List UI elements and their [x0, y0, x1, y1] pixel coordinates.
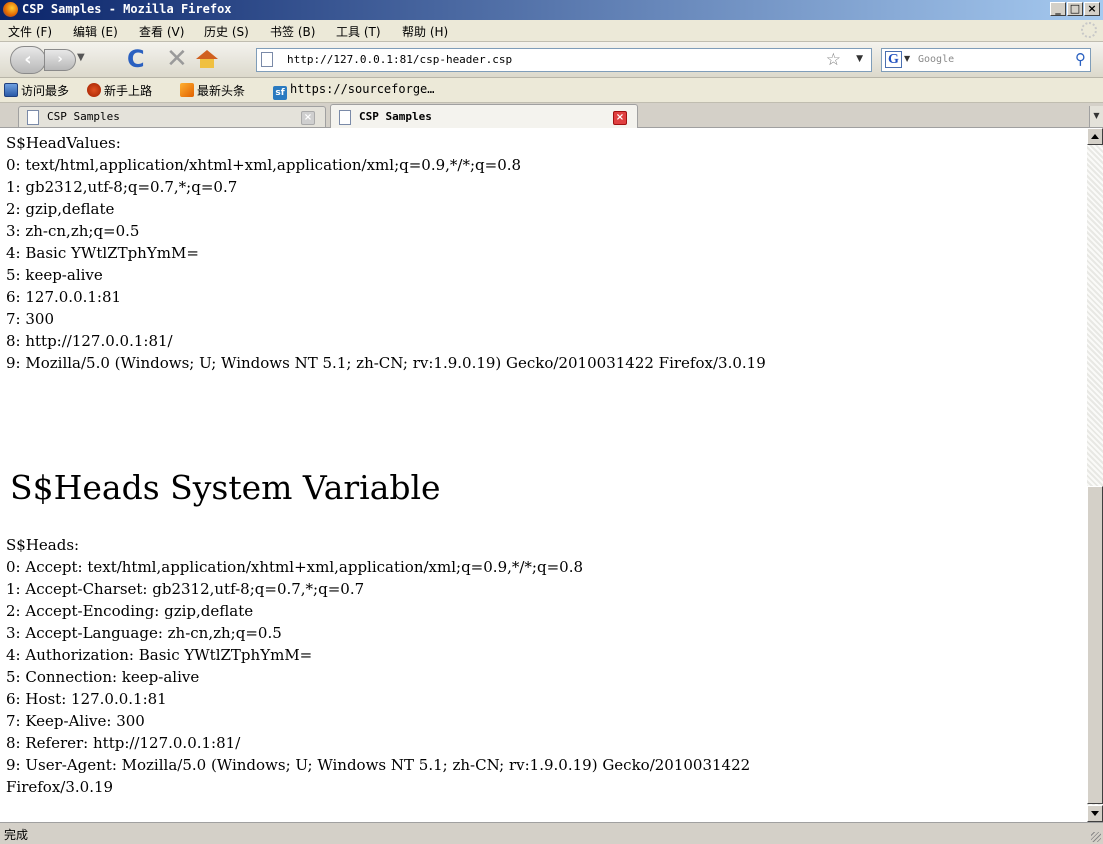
heads-line: 3: Accept-Language: zh-cn,zh;q=0.5	[6, 624, 282, 642]
bookmark-label: 最新头条	[197, 84, 246, 98]
scroll-down-arrow-icon[interactable]	[1087, 805, 1103, 822]
tab-label: CSP Samples	[47, 110, 120, 123]
minimize-button[interactable]: _	[1050, 2, 1066, 16]
tab-strip: CSP Samples × CSP Samples × ▼	[0, 103, 1103, 128]
menu-history[interactable]: 历史 (S)	[204, 23, 249, 40]
bookmark-label: 访问最多	[21, 84, 70, 98]
close-window-button[interactable]: ×	[1084, 2, 1100, 16]
history-dropdown-icon[interactable]: ▼	[77, 52, 85, 63]
list-all-tabs-icon[interactable]: ▼	[1089, 106, 1103, 127]
close-tab-icon[interactable]: ×	[301, 111, 315, 125]
head-value-line: 0: text/html,application/xhtml+xml,appli…	[6, 156, 522, 174]
forward-button[interactable]: ›	[44, 49, 76, 71]
heads-line: 9: User-Agent: Mozilla/5.0 (Windows; U; …	[6, 756, 751, 774]
heads-line: 8: Referer: http://127.0.0.1:81/	[6, 734, 241, 752]
heads-line: 4: Authorization: Basic YWtlZTphYmM=	[6, 646, 313, 664]
maximize-button[interactable]: □	[1067, 2, 1083, 16]
head-value-line: 9: Mozilla/5.0 (Windows; U; Windows NT 5…	[6, 354, 766, 372]
menu-tools[interactable]: 工具 (T)	[336, 23, 381, 40]
url-dropdown-icon[interactable]: ▼	[856, 54, 863, 64]
bookmarks-toolbar: 访问最多 新手上路 最新头条 sf https://sourceforge…	[0, 78, 1103, 103]
page-icon	[27, 110, 39, 125]
menu-help[interactable]: 帮助 (H)	[402, 23, 448, 40]
heads-line: 1: Accept-Charset: gb2312,utf-8;q=0.7,*;…	[6, 580, 365, 598]
page-icon	[339, 110, 351, 125]
status-text: 完成	[4, 828, 29, 842]
reload-icon[interactable]: C	[127, 45, 145, 73]
menu-view[interactable]: 查看 (V)	[139, 23, 184, 40]
heads-line: Firefox/3.0.19	[6, 778, 114, 796]
page-icon	[261, 52, 273, 67]
bookmark-most-visited[interactable]: 访问最多	[4, 82, 69, 98]
head-value-line: 8: http://127.0.0.1:81/	[6, 332, 173, 350]
bookmark-star-icon[interactable]: ☆	[826, 50, 841, 70]
stop-icon[interactable]: ✕	[166, 44, 188, 74]
search-icon[interactable]: ⚲	[1075, 50, 1086, 68]
head-value-line: 7: 300	[6, 310, 54, 328]
scroll-up-arrow-icon[interactable]	[1087, 128, 1103, 145]
heads-line: 7: Keep-Alive: 300	[6, 712, 145, 730]
vertical-scrollbar[interactable]	[1087, 128, 1103, 822]
engine-dropdown-icon[interactable]: ▼	[904, 54, 910, 63]
getting-started-icon	[87, 83, 101, 97]
home-icon[interactable]	[196, 50, 218, 68]
window-title: CSP Samples - Mozilla Firefox	[22, 2, 232, 16]
head-value-line: 5: keep-alive	[6, 266, 103, 284]
navigation-toolbar: ‹ › ▼ C ✕ http://127.0.0.1:81/csp-header…	[0, 42, 1103, 78]
resize-grip-icon[interactable]	[1091, 832, 1101, 842]
most-visited-icon	[4, 83, 18, 97]
firefox-icon	[3, 2, 18, 17]
head-value-line: 2: gzip,deflate	[6, 200, 115, 218]
bookmark-latest-headlines[interactable]: 最新头条	[180, 82, 245, 98]
bookmark-label: 新手上路	[104, 84, 153, 98]
menu-bookmarks[interactable]: 书签 (B)	[270, 23, 315, 40]
search-input[interactable]: Google	[918, 54, 954, 65]
bookmark-sourceforge[interactable]: sf https://sourceforge…	[273, 82, 435, 100]
head-value-line: 4: Basic YWtlZTphYmM=	[6, 244, 199, 262]
tab-csp-samples-1[interactable]: CSP Samples ×	[18, 106, 326, 127]
activity-throbber-icon	[1081, 22, 1097, 38]
status-bar: 完成	[0, 822, 1103, 844]
back-button[interactable]: ‹	[10, 46, 46, 74]
heads-line: 0: Accept: text/html,application/xhtml+x…	[6, 558, 584, 576]
page-content: S$HeadValues: 0: text/html,application/x…	[0, 128, 1087, 822]
bookmark-label: https://sourceforge…	[290, 82, 435, 96]
head-value-line: 1: gb2312,utf-8;q=0.7,*;q=0.7	[6, 178, 238, 196]
url-bar[interactable]: http://127.0.0.1:81/csp-header.csp ☆ ▼	[256, 48, 872, 72]
close-tab-icon[interactable]: ×	[613, 111, 627, 125]
scroll-thumb[interactable]	[1087, 486, 1103, 804]
head-values-title: S$HeadValues:	[6, 134, 121, 152]
heads-title: S$Heads:	[6, 536, 80, 554]
search-box[interactable]: G ▼ Google ⚲	[881, 48, 1091, 72]
url-text[interactable]: http://127.0.0.1:81/csp-header.csp	[287, 53, 512, 66]
bookmark-getting-started[interactable]: 新手上路	[87, 82, 152, 98]
heads-line: 5: Connection: keep-alive	[6, 668, 200, 686]
heads-line: 6: Host: 127.0.0.1:81	[6, 690, 167, 708]
menu-file[interactable]: 文件 (F)	[8, 23, 52, 40]
menu-bar: 文件 (F) 编辑 (E) 查看 (V) 历史 (S) 书签 (B) 工具 (T…	[0, 20, 1103, 42]
rss-feed-icon	[180, 83, 194, 97]
head-value-line: 3: zh-cn,zh;q=0.5	[6, 222, 140, 240]
heads-line: 2: Accept-Encoding: gzip,deflate	[6, 602, 254, 620]
google-engine-icon[interactable]: G	[885, 51, 902, 68]
head-value-line: 6: 127.0.0.1:81	[6, 288, 122, 306]
window-titlebar: CSP Samples - Mozilla Firefox _ □ ×	[0, 0, 1103, 20]
sourceforge-icon: sf	[273, 86, 287, 100]
menu-edit[interactable]: 编辑 (E)	[73, 23, 118, 40]
tab-csp-samples-2[interactable]: CSP Samples ×	[330, 104, 638, 128]
page-heading: S$Heads System Variable	[10, 468, 441, 507]
tab-label: CSP Samples	[359, 110, 432, 123]
